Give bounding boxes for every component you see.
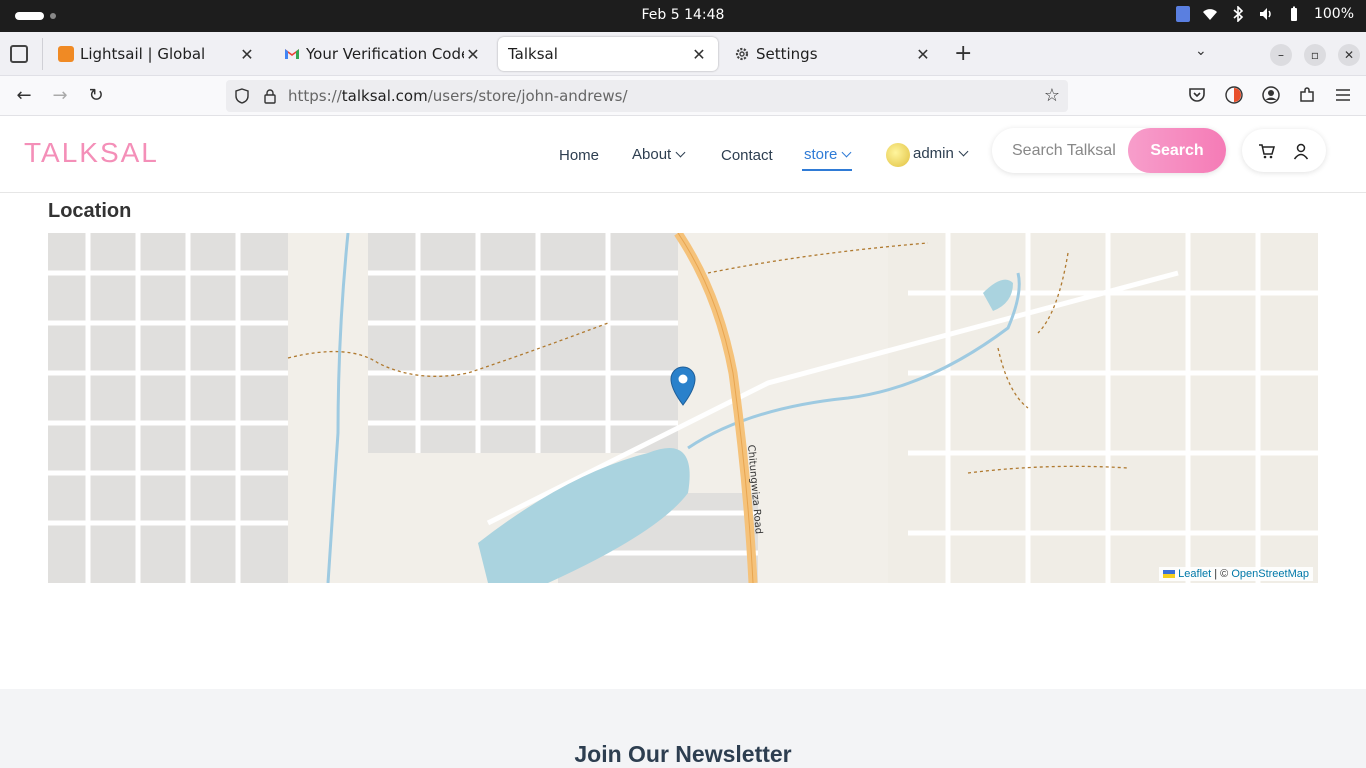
tab-label: Your Verification Code - I [306,45,464,63]
menu-user[interactable]: admin [913,145,969,162]
chevron-down-icon [958,146,969,157]
chevron-down-icon [675,147,686,158]
menu-home[interactable]: Home [559,147,599,164]
minimize-button[interactable]: – [1270,44,1292,66]
url-scheme: https:// [288,87,342,105]
tab-talksal[interactable]: Talksal ✕ [498,37,718,71]
map-tiles[interactable]: Chitungwiza Road [48,233,1318,583]
menu-contact-label: Contact [721,147,773,164]
app-indicator-icon[interactable] [1175,6,1190,22]
maximize-button[interactable]: ▫ [1304,44,1326,66]
url-text[interactable]: https://talksal.com/users/store/john-and… [288,87,628,105]
location-title: Location [48,200,132,222]
header-icon-group [1242,129,1326,172]
battery-level: 100% [1313,6,1354,22]
menu-hamburger-icon[interactable] [1334,86,1352,104]
site-logo[interactable]: TALKSAL [24,137,159,169]
close-icon[interactable]: ✕ [464,45,482,64]
url-path: /users/store/john-andrews/ [427,87,628,105]
user-icon[interactable] [1292,142,1310,160]
search-button[interactable]: Search [1128,128,1226,173]
menu-store[interactable]: store [802,146,853,171]
close-icon[interactable]: ✕ [690,45,708,64]
tab-lightsail[interactable]: Lightsail | Global ✕ [48,37,266,71]
tab-settings[interactable]: Settings ✕ [724,37,942,71]
battery-icon [1290,6,1297,21]
bookmark-star-icon[interactable]: ☆ [1044,85,1060,106]
attribution-separator: | © [1211,568,1232,580]
browser-nav-bar: ← → ↻ https://talksal.com/users/store/jo… [0,76,1366,116]
avatar[interactable] [886,143,910,167]
menu-contact[interactable]: Contact [721,147,773,164]
menu-home-label: Home [559,147,600,164]
forward-button[interactable]: → [48,84,72,108]
lock-icon[interactable] [262,88,278,104]
map-attribution: Leaflet | © OpenStreetMap [1159,567,1313,581]
wifi-icon [1202,9,1217,20]
ukraine-flag-icon [1163,570,1176,579]
system-tray[interactable]: 100% [1175,6,1354,22]
menu-about[interactable]: About [632,146,686,163]
menu-user-label: admin [913,145,954,162]
leaflet-link[interactable]: Leaflet [1178,568,1211,580]
cart-icon[interactable] [1258,142,1276,160]
tab-label: Talksal [508,45,558,63]
back-button[interactable]: ← [12,84,36,108]
close-icon[interactable]: ✕ [238,45,256,64]
url-bar[interactable]: https://talksal.com/users/store/john-and… [226,80,1068,112]
chevron-down-icon [841,147,852,158]
shield-icon[interactable] [234,88,250,104]
list-all-tabs-icon[interactable]: ⌄ [1195,43,1207,59]
search-form: Search [992,128,1226,173]
bluetooth-icon [1233,6,1244,22]
extensions-puzzle-icon[interactable] [1298,86,1316,104]
gear-icon [735,47,749,61]
menu-about-label: About [632,146,672,163]
newsletter-section: Join Our Newsletter [0,689,1366,768]
newsletter-title: Join Our Newsletter [574,741,792,767]
tab-overview-icon[interactable] [10,45,28,63]
tab-separator [42,38,43,70]
account-icon[interactable] [1262,86,1280,104]
url-host: talksal.com [341,87,428,105]
gmail-icon [285,49,299,59]
volume-icon [1259,8,1271,20]
pocket-icon[interactable] [1188,86,1206,104]
close-window-button[interactable]: ✕ [1338,44,1360,66]
new-tab-button[interactable]: + [954,41,972,66]
reload-button[interactable]: ↻ [84,84,108,108]
clock[interactable]: Feb 5 14:48 [0,7,1366,23]
menu-store-label: store [804,146,838,163]
search-input[interactable] [992,128,1128,173]
location-map[interactable]: Chitungwiza Road Leaflet | © OpenStreetM… [48,233,1318,583]
extension-colorful-icon[interactable] [1225,86,1243,104]
os-top-bar: Feb 5 14:48 100% [0,0,1366,32]
tab-gmail[interactable]: Your Verification Code - I ✕ [274,37,492,71]
lightsail-icon [58,46,74,62]
tab-label: Lightsail | Global [80,45,206,63]
tab-label: Settings [756,45,818,63]
browser-tab-bar: Lightsail | Global ✕ Your Verification C… [0,32,1366,76]
close-icon[interactable]: ✕ [914,45,932,64]
openstreetmap-link[interactable]: OpenStreetMap [1231,568,1309,580]
